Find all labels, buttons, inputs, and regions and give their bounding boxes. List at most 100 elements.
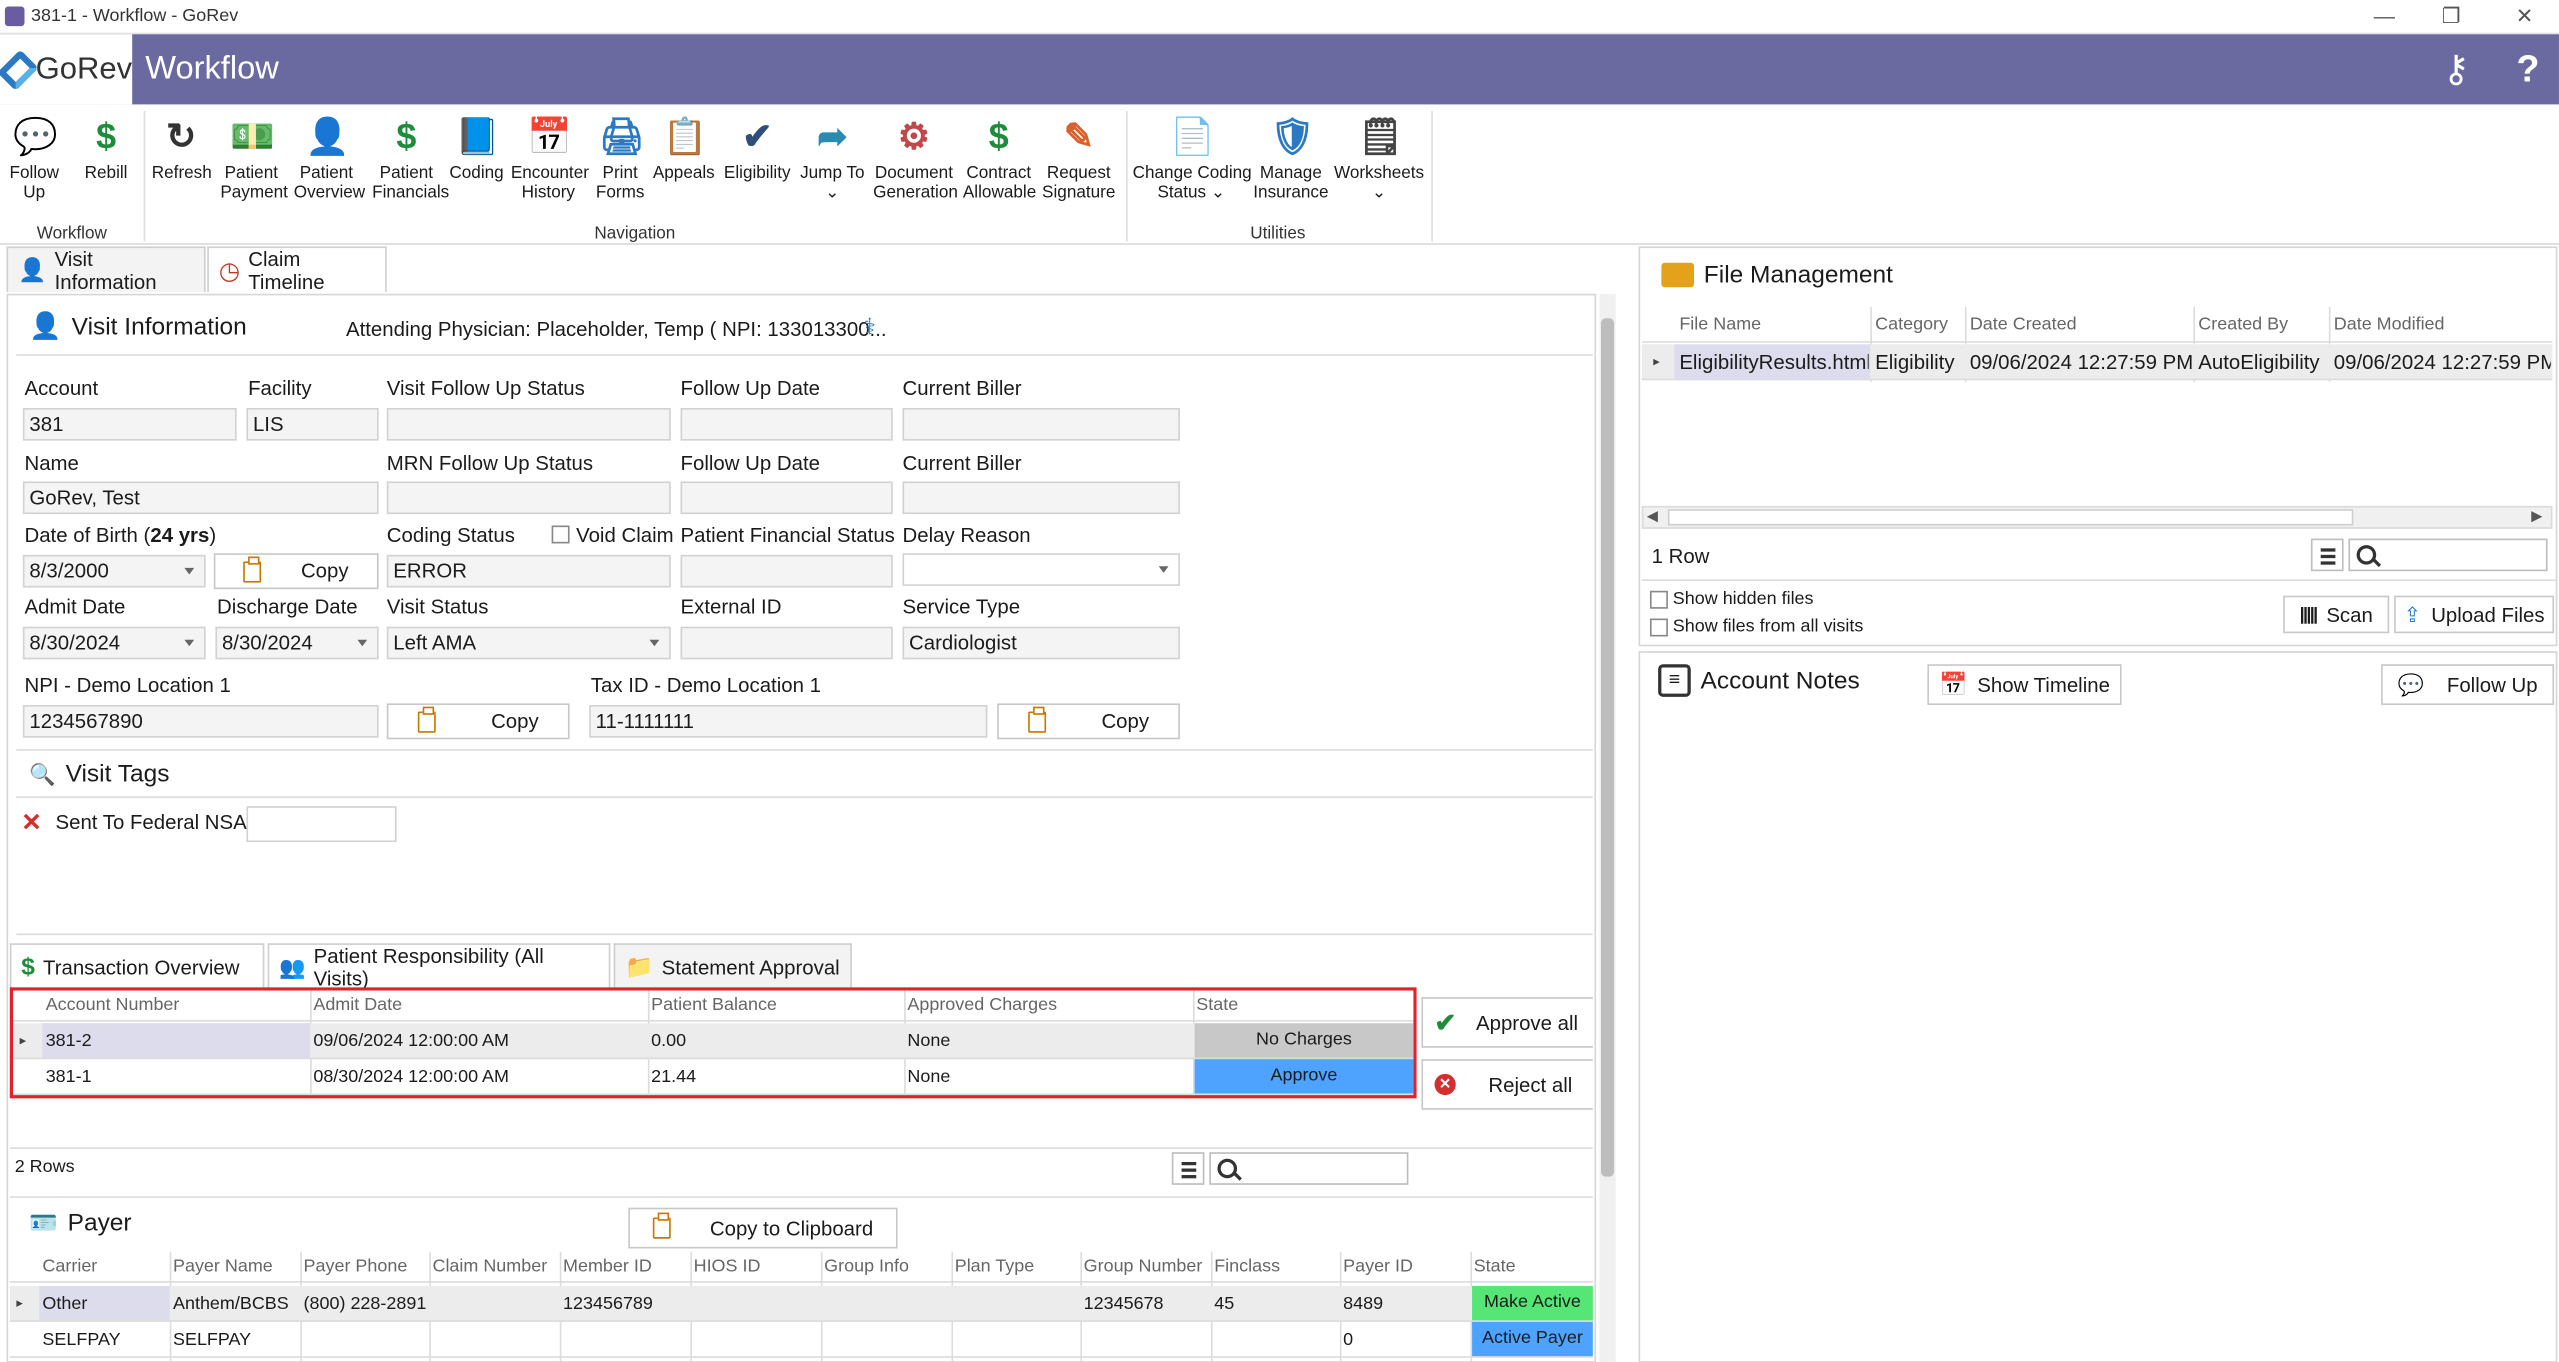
show-timeline-button[interactable]: 📅 Show Timeline — [1927, 664, 2122, 706]
scan-button[interactable]: ||||| Scan — [2283, 595, 2390, 634]
insurance-card-icon: 🪪 — [29, 1209, 58, 1236]
tab-claim-timeline[interactable]: ◷ Claim Timeline — [207, 246, 387, 293]
tag-value-field[interactable] — [246, 806, 397, 843]
tax-id-field[interactable]: 11-1111111 — [589, 705, 988, 738]
column-header[interactable]: State — [1474, 1257, 1516, 1277]
external-id-field[interactable] — [680, 626, 893, 660]
copy-to-clipboard-button[interactable]: Copy to Clipboard — [628, 1207, 898, 1249]
follow-up-date-field-2[interactable] — [680, 481, 893, 515]
restore-button[interactable]: ❐ — [2435, 3, 2468, 29]
column-header[interactable]: Group Info — [824, 1257, 909, 1277]
copy-npi-button[interactable]: Copy — [386, 703, 570, 740]
person-icon: 👤 — [29, 313, 62, 342]
statement-search-input[interactable] — [1209, 1152, 1409, 1185]
upload-files-button[interactable]: ⇪ Upload Files — [2394, 595, 2555, 634]
column-header[interactable]: Admit Date — [313, 996, 402, 1016]
column-header[interactable]: Approved Charges — [907, 996, 1057, 1016]
date-of-birth-picker[interactable]: 8/3/2000 — [22, 554, 206, 588]
column-header[interactable]: Carrier — [42, 1257, 97, 1277]
column-header[interactable]: Group Number — [1084, 1257, 1203, 1277]
help-icon[interactable]: ? — [2507, 47, 2549, 91]
ribbon-button-patient-overview[interactable]: 👤 Patient Overview — [294, 114, 365, 202]
file-grid-hscroll-thumb[interactable] — [1667, 509, 2354, 526]
current-biller-field-2[interactable] — [902, 481, 1180, 515]
tab-transaction-overview[interactable]: $ Transaction Overview — [9, 943, 265, 989]
file-search-input[interactable] — [2348, 538, 2548, 572]
facility-field[interactable]: LIS — [246, 408, 379, 441]
coding-status-field[interactable]: ERROR — [386, 554, 671, 588]
column-header[interactable]: Category — [1875, 315, 1948, 335]
column-header[interactable]: Payer Phone — [304, 1257, 408, 1277]
show-files-all-visits-checkbox[interactable] — [1649, 618, 1668, 637]
delay-reason-select[interactable] — [902, 553, 1180, 586]
ribbon-button-patient-payment[interactable]: 💵 Patient Payment — [220, 114, 288, 202]
remove-tag-icon[interactable]: ✕ — [21, 808, 42, 837]
discharge-date-picker[interactable]: 8/30/2024 — [215, 626, 379, 660]
void-claim-checkbox[interactable] — [551, 525, 570, 544]
ribbon-button-appeals[interactable]: 📋 Appeals — [653, 114, 715, 183]
notes-follow-up-button[interactable]: 💬 Follow Up — [2381, 664, 2555, 706]
ribbon-button-rebill[interactable]: $ Rebill — [78, 114, 133, 183]
ribbon-button-print-forms[interactable]: 🖨 Print Forms — [594, 114, 646, 202]
key-icon[interactable]: ⚷ — [2435, 47, 2477, 91]
column-header[interactable]: Finclass — [1214, 1257, 1280, 1277]
make-active-button[interactable]: Make Active — [1472, 1286, 1593, 1321]
ribbon-button-eligibility[interactable]: ✔ Eligibility — [721, 114, 793, 183]
ribbon-button-encounter-history[interactable]: 📅 Encounter History — [511, 114, 589, 202]
column-header[interactable]: State — [1196, 996, 1238, 1016]
column-header[interactable]: Created By — [2198, 315, 2288, 335]
approve-all-button[interactable]: ✔ Approve all — [1421, 997, 1593, 1048]
show-hidden-files-checkbox[interactable] — [1649, 590, 1668, 609]
minimize-button[interactable]: — — [2368, 3, 2401, 27]
copy-tax-id-button[interactable]: Copy — [997, 703, 1180, 740]
tab-patient-responsibility[interactable]: 👥 Patient Responsibility (All Visits) — [267, 943, 611, 990]
scroll-left-icon[interactable]: ◀ — [1647, 508, 1658, 526]
physician-icon[interactable]: ⚕ — [863, 313, 875, 341]
ribbon-button-coding[interactable]: 📘 Coding — [449, 114, 504, 183]
patient-financial-status-field[interactable] — [680, 554, 893, 588]
state-approve-button[interactable]: Approve — [1194, 1059, 1414, 1094]
column-header[interactable]: Claim Number — [432, 1257, 547, 1277]
ribbon-label: Print — [602, 163, 638, 183]
ribbon-button-manage-insurance[interactable]: 🛡 Manage Insurance — [1252, 114, 1330, 202]
mrn-follow-up-status-field[interactable] — [386, 481, 671, 515]
close-button[interactable]: ✕ — [2508, 3, 2541, 29]
left-scrollbar-thumb[interactable] — [1600, 318, 1615, 1177]
grid-menu-icon[interactable] — [1171, 1152, 1205, 1185]
column-header[interactable]: Plan Type — [955, 1257, 1035, 1277]
scroll-right-icon[interactable]: ▶ — [2531, 508, 2542, 526]
tab-statement-approval[interactable]: 📁 Statement Approval — [613, 943, 852, 989]
ribbon-button-contract-allowable[interactable]: $ Contract Allowable — [963, 114, 1036, 202]
ribbon-button-document-generation[interactable]: ⚙ Document Generation — [873, 114, 958, 202]
visit-follow-up-status-field[interactable] — [386, 408, 671, 441]
ribbon-button-change-coding-status[interactable]: 📄 Change Coding Status ⌄ — [1132, 114, 1252, 202]
ribbon-button-follow-up[interactable]: 💬 Follow Up — [8, 114, 60, 202]
visit-status-select[interactable]: Left AMA — [386, 626, 671, 660]
ribbon-button-jump-to[interactable]: ➦ Jump To ⌄ — [796, 114, 868, 202]
column-header[interactable]: HIOS ID — [694, 1257, 761, 1277]
ribbon-button-worksheets[interactable]: 🗒 Worksheets ⌄ — [1333, 114, 1424, 202]
name-field[interactable]: GoRev, Test — [22, 481, 379, 515]
column-header[interactable]: File Name — [1679, 315, 1761, 335]
column-header[interactable]: Payer ID — [1343, 1257, 1413, 1277]
npi-field[interactable]: 1234567890 — [22, 705, 379, 738]
follow-up-date-field[interactable] — [680, 408, 893, 441]
reject-all-button[interactable]: ✕ Reject all — [1421, 1059, 1593, 1110]
column-header[interactable]: Date Modified — [2334, 315, 2445, 335]
column-header[interactable]: Payer Name — [173, 1257, 273, 1277]
column-header[interactable]: Member ID — [563, 1257, 652, 1277]
account-field[interactable]: 381 — [22, 408, 237, 441]
ribbon-button-refresh[interactable]: ↻ Refresh — [152, 114, 212, 183]
copy-dob-button[interactable]: Copy — [213, 553, 379, 590]
column-header[interactable]: Date Created — [1970, 315, 2077, 335]
ribbon-button-request-signature[interactable]: ✎ Request Signature — [1041, 114, 1116, 202]
admit-date-picker[interactable]: 8/30/2024 — [22, 626, 206, 660]
current-biller-field[interactable] — [902, 408, 1180, 441]
ribbon-label: Change Coding — [1132, 163, 1252, 183]
column-header[interactable]: Account Number — [46, 996, 180, 1016]
ribbon-button-patient-financials[interactable]: $ Patient Financials — [372, 114, 449, 202]
tab-visit-information[interactable]: 👤 Visit Information — [6, 246, 206, 293]
file-grid-menu-icon[interactable] — [2310, 538, 2344, 572]
service-type-field[interactable]: Cardiologist — [902, 626, 1180, 660]
column-header[interactable]: Patient Balance — [651, 996, 777, 1016]
